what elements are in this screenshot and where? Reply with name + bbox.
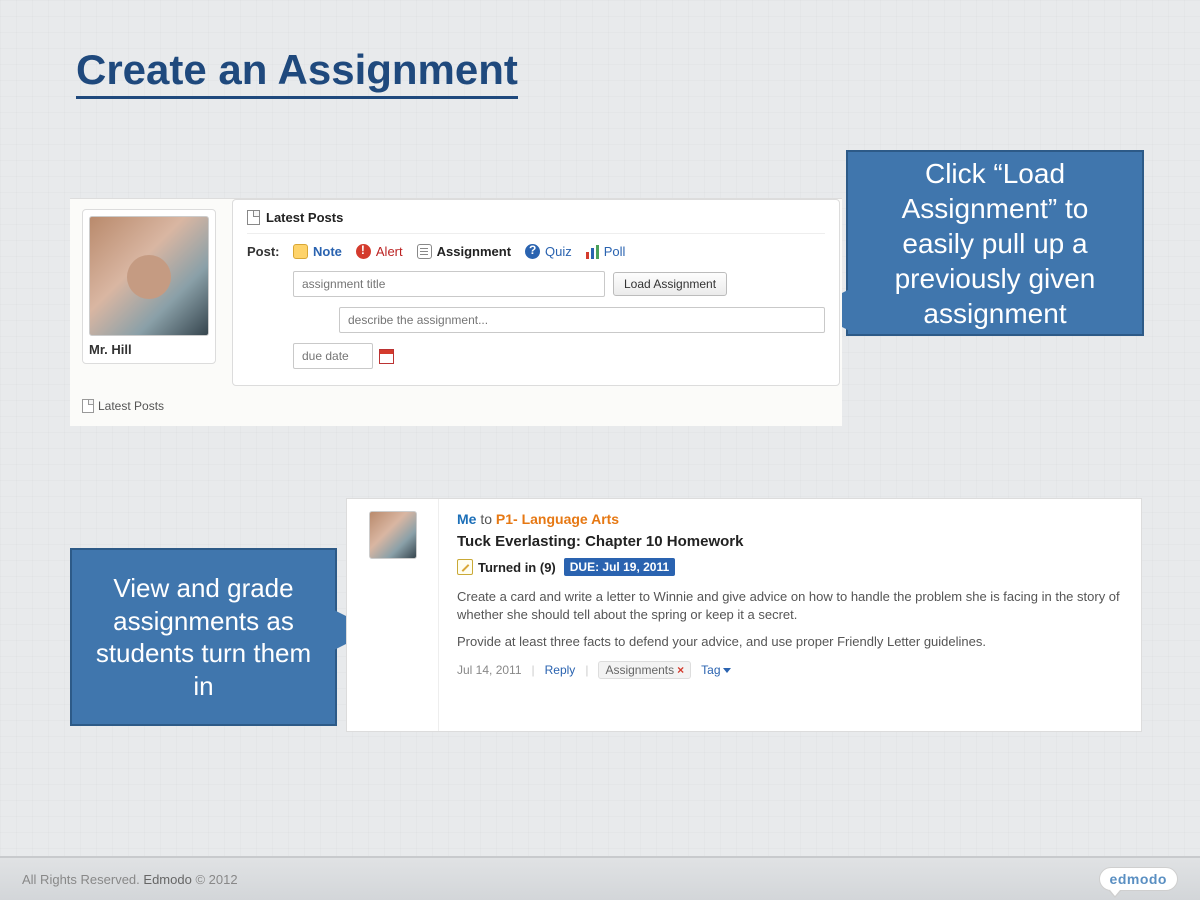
avatar-face-icon	[127, 255, 171, 299]
post-meta-row: Jul 14, 2011 | Reply | Assignments × Tag	[457, 661, 1123, 679]
post-body: Me to P1- Language Arts Tuck Everlasting…	[439, 499, 1141, 731]
turned-in-link[interactable]: Turned in (9)	[457, 559, 556, 575]
note-icon	[293, 244, 308, 259]
tab-quiz[interactable]: Quiz	[525, 244, 572, 259]
tab-label: Note	[313, 244, 342, 259]
footer-rights: All Rights Reserved.	[22, 872, 140, 887]
tab-label: Quiz	[545, 244, 572, 259]
load-assignment-button[interactable]: Load Assignment	[613, 272, 727, 296]
turned-in-label: Turned in (9)	[478, 560, 556, 575]
slide-title: Create an Assignment	[76, 46, 518, 99]
footer-copyright: © 2012	[195, 872, 237, 887]
callout-load-assignment: Click “Load Assignment” to easily pull u…	[846, 150, 1144, 336]
footer-brand: Edmodo	[143, 872, 191, 887]
assignments-tag-pill[interactable]: Assignments ×	[598, 661, 691, 679]
to-label: to	[480, 511, 492, 527]
assignment-post-title: Tuck Everlasting: Chapter 10 Homework	[457, 533, 1123, 550]
sidebar-latest-posts[interactable]: Latest Posts	[82, 399, 164, 413]
due-badge: DUE: Jul 19, 2011	[564, 558, 675, 576]
tab-label: Assignment	[437, 244, 511, 259]
post-to-line: Me to P1- Language Arts	[457, 511, 1123, 527]
chevron-down-icon	[723, 668, 731, 673]
sidebar-latest-label: Latest Posts	[98, 399, 164, 413]
avatar	[369, 511, 417, 559]
post-date: Jul 14, 2011	[457, 663, 522, 677]
assignment-paragraph: Provide at least three facts to defend y…	[457, 633, 1123, 651]
callout-text: View and grade assignments as students t…	[90, 572, 317, 702]
assignment-icon	[417, 244, 432, 259]
calendar-icon[interactable]	[379, 349, 394, 364]
profile-name: Mr. Hill	[89, 342, 209, 357]
quiz-icon	[525, 244, 540, 259]
slide-footer: All Rights Reserved. Edmodo © 2012 edmod…	[0, 856, 1200, 900]
assignment-title-input[interactable]	[293, 271, 605, 297]
footer-text: All Rights Reserved. Edmodo © 2012	[22, 872, 238, 887]
tab-label: Poll	[604, 244, 626, 259]
assignment-paragraph: Create a card and write a letter to Winn…	[457, 588, 1123, 623]
assignment-post-panel: Me to P1- Language Arts Tuck Everlasting…	[346, 498, 1142, 732]
remove-tag-icon[interactable]: ×	[677, 663, 684, 677]
assignment-body: Create a card and write a letter to Winn…	[457, 588, 1123, 651]
alert-icon	[356, 244, 371, 259]
profile-card: Mr. Hill	[82, 209, 216, 364]
tab-assignment[interactable]: Assignment	[417, 244, 511, 259]
post-type-row: Post: Note Alert Assignment Quiz Poll	[247, 244, 825, 259]
composer-header-label: Latest Posts	[266, 210, 343, 225]
post-label: Post:	[247, 244, 293, 259]
reply-link[interactable]: Reply	[545, 663, 576, 677]
callout-text: Click “Load Assignment” to easily pull u…	[866, 156, 1124, 331]
logo-bubble-icon: edmodo	[1099, 867, 1178, 891]
edit-icon	[457, 559, 473, 575]
tag-dropdown[interactable]: Tag	[701, 663, 730, 677]
callout-view-grade: View and grade assignments as students t…	[70, 548, 337, 726]
pill-label: Assignments	[605, 663, 674, 677]
title-row: Load Assignment	[293, 271, 825, 297]
describe-row	[293, 307, 825, 333]
tab-note[interactable]: Note	[293, 244, 342, 259]
poll-icon	[586, 245, 599, 259]
footer-logo: edmodo	[1099, 867, 1178, 891]
post-author[interactable]: Me	[457, 511, 476, 527]
due-date-input[interactable]	[293, 343, 373, 369]
post-group[interactable]: P1- Language Arts	[496, 511, 619, 527]
composer-header: Latest Posts	[247, 210, 825, 234]
due-row	[293, 343, 825, 369]
composer-area: Latest Posts Post: Note Alert Assignment…	[232, 199, 840, 386]
tab-poll[interactable]: Poll	[586, 244, 626, 259]
document-icon	[82, 399, 94, 413]
document-icon	[247, 210, 260, 225]
assignment-describe-input[interactable]	[339, 307, 825, 333]
composer-panel: Mr. Hill Latest Posts Latest Posts Post:…	[70, 198, 842, 426]
tab-label: Alert	[376, 244, 403, 259]
tab-alert[interactable]: Alert	[356, 244, 403, 259]
post-avatar-column	[347, 499, 439, 731]
status-row: Turned in (9) DUE: Jul 19, 2011	[457, 558, 1123, 576]
tag-label: Tag	[701, 663, 720, 677]
avatar	[89, 216, 209, 336]
